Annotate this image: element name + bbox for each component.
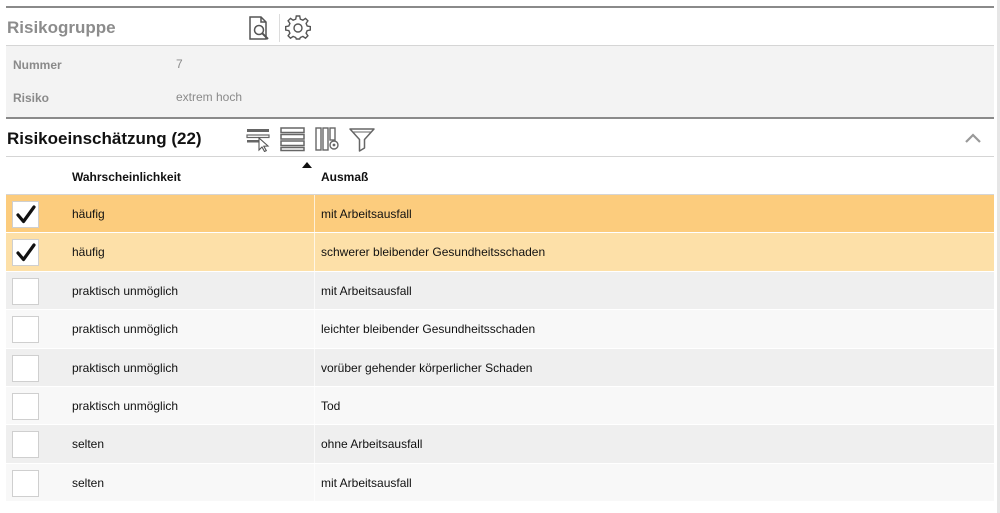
risk-assessment-title: Risikoeinschätzung (22) — [7, 129, 202, 148]
cell-extent: ohne Arbeitsausfall — [321, 437, 423, 452]
sort-ascending-icon[interactable] — [302, 162, 312, 168]
cell-extent: mit Arbeitsausfall — [321, 207, 412, 221]
field-risk-value: extrem hoch — [176, 90, 243, 104]
header-icon-divider — [279, 14, 280, 42]
cell-probability: selten — [72, 475, 105, 490]
field-risk-label: Risiko — [13, 91, 50, 105]
column-settings-icon[interactable] — [314, 126, 342, 152]
filter-icon[interactable] — [348, 126, 376, 152]
cell-extent: leichter bleibender Gesundheitsschaden — [321, 322, 536, 337]
cell-extent: mit Arbeitsausfall — [321, 475, 412, 490]
risk-group-title: Risikogruppe — [7, 18, 116, 37]
field-number-label: Nummer — [13, 58, 62, 72]
table-row[interactable]: praktisch unmöglich vorüber gehender körp… — [6, 348, 994, 387]
table-row[interactable]: häufig mit Arbeitsausfall — [6, 195, 994, 234]
column-header-probability[interactable]: Wahrscheinlichkeit — [72, 170, 181, 184]
cell-probability: praktisch unmöglich — [72, 360, 179, 375]
cell-divider — [314, 348, 315, 386]
cell-probability: selten — [72, 437, 105, 452]
cell-probability: praktisch unmöglich — [72, 322, 179, 337]
table-body: häufig mit Arbeitsausfall häufig schwerer b… — [6, 195, 994, 503]
cell-probability: häufig — [72, 245, 105, 260]
table-row[interactable]: praktisch unmöglich Tod — [6, 386, 994, 426]
table-row[interactable]: selten ohne Arbeitsausfall — [6, 425, 994, 464]
cell-probability: praktisch unmöglich — [72, 398, 179, 413]
cell-divider — [314, 386, 315, 425]
risk-assessment-header: Risikoeinschätzung (22) — [6, 119, 994, 157]
row-checkbox[interactable] — [12, 277, 39, 305]
cell-probability: praktisch unmöglich — [72, 283, 179, 298]
risk-group-header: Risikogruppe — [6, 8, 994, 46]
list-view-icon[interactable] — [279, 126, 307, 152]
row-checkbox[interactable] — [12, 239, 39, 267]
table-row[interactable]: selten mit Arbeitsausfall — [6, 463, 994, 503]
table-row[interactable]: praktisch unmöglich leichter bleibender G… — [6, 310, 994, 349]
checkmark-icon — [16, 243, 36, 262]
cell-extent: vorüber gehender körperlicher Schaden — [321, 360, 533, 375]
row-checkbox[interactable] — [12, 392, 39, 420]
document-search-icon[interactable] — [246, 15, 272, 41]
row-checkbox[interactable] — [12, 469, 39, 497]
row-checkbox[interactable] — [12, 201, 39, 228]
gear-icon[interactable] — [285, 15, 311, 41]
cell-extent: Tod — [321, 398, 341, 413]
table-header-row: Wahrscheinlichkeit Ausmaß — [6, 157, 994, 195]
cell-probability: häufig — [72, 207, 105, 221]
row-checkbox[interactable] — [12, 354, 39, 382]
risk-assessment-panel: Risikoeinschätzung (22) Wahrscheinlichke… — [6, 117, 994, 513]
row-checkbox[interactable] — [12, 431, 39, 459]
table-row[interactable]: praktisch unmöglich mit Arbeitsausfall — [6, 271, 994, 311]
column-header-extent[interactable]: Ausmaß — [321, 170, 368, 184]
cell-divider — [314, 233, 315, 271]
row-checkbox[interactable] — [12, 316, 39, 344]
cell-extent: schwerer bleibender Gesundheitsschaden — [321, 245, 546, 260]
checkmark-icon — [16, 205, 36, 224]
risk-group-panel: Risikogruppe Nummer 7 Risiko extrem hoch — [6, 6, 994, 118]
chevron-up-icon[interactable] — [964, 131, 982, 145]
table-row[interactable]: häufig schwerer bleibender Gesundheitssch… — [6, 233, 994, 272]
cell-divider — [314, 195, 315, 233]
field-number-value: 7 — [176, 57, 183, 71]
cell-extent: mit Arbeitsausfall — [321, 283, 412, 298]
cell-divider — [314, 310, 315, 348]
select-rows-icon[interactable] — [245, 126, 273, 152]
cell-divider — [314, 425, 315, 463]
cell-divider — [314, 271, 315, 310]
cell-divider — [314, 463, 315, 502]
